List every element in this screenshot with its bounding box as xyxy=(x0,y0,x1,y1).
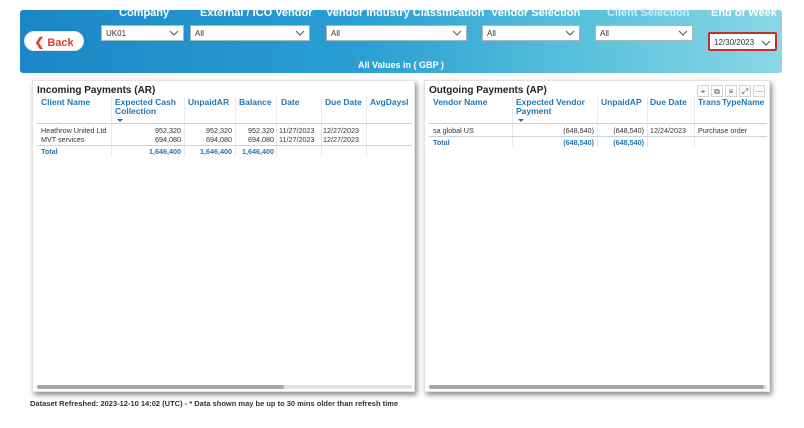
header-divider xyxy=(429,123,767,124)
vendor-selection-label: Vendor Selection xyxy=(491,7,581,19)
sort-descending-icon xyxy=(518,119,524,122)
column-header-expected-vendor-payment[interactable]: Expected Vendor Payment xyxy=(516,98,596,116)
column-header-balance[interactable]: Balance xyxy=(239,98,272,107)
outgoing-payments-panel: Outgoing Payments (AP) ⌖ ⧉ ≡ ⤢ ⋯ Vendor … xyxy=(424,80,770,392)
client-selection-dropdown[interactable]: All xyxy=(595,25,693,41)
total-balance: 1,646,400 xyxy=(242,147,274,156)
balance-cell: 694,080 xyxy=(248,135,274,144)
client-selection-label: Client Selection xyxy=(607,7,690,19)
refresh-footer: Dataset Refreshed: 2023-12-10 14:02 (UTC… xyxy=(30,399,399,408)
column-header-unpaid-ar[interactable]: UnpaidAR xyxy=(188,98,229,107)
total-divider xyxy=(429,136,767,137)
client-name-cell: Heathrow United Ltd xyxy=(41,126,107,135)
external-vendor-dropdown[interactable]: All xyxy=(190,25,310,41)
column-header-due-date[interactable]: Due Date xyxy=(650,98,687,107)
balance-cell: 952,320 xyxy=(248,126,274,135)
column-header-trans[interactable]: Trans xyxy=(698,98,721,107)
unpaid-ar-cell: 694,080 xyxy=(206,135,232,144)
chevron-left-icon: ❮ xyxy=(34,35,45,49)
column-divider xyxy=(184,97,185,157)
column-divider xyxy=(512,97,513,147)
column-divider xyxy=(366,97,367,157)
incoming-payments-panel: Incoming Payments (AR) Client Name Expec… xyxy=(32,80,415,392)
column-divider xyxy=(111,97,112,157)
incoming-payments-title: Incoming Payments (AR) xyxy=(37,85,156,96)
total-expected-cash: 1,646,400 xyxy=(149,147,181,156)
filter-icon[interactable]: ≡ xyxy=(725,85,737,97)
external-vendor-value: All xyxy=(195,29,204,38)
unpaid-ar-cell: 952,320 xyxy=(206,126,232,135)
date-cell: 11/27/2023 xyxy=(279,135,315,144)
vendor-selection-value: All xyxy=(487,29,496,38)
end-of-week-label: End of Week xyxy=(711,7,777,19)
back-label: Back xyxy=(47,37,74,49)
column-divider xyxy=(276,97,277,157)
company-value: UK01 xyxy=(106,29,127,38)
company-dropdown[interactable]: UK01 xyxy=(101,25,184,41)
column-header-due-date[interactable]: Due Date xyxy=(325,98,362,107)
vendor-industry-value: All xyxy=(331,29,340,38)
total-unpaid-ap: (648,540) xyxy=(613,138,644,147)
client-name-cell: MVT services xyxy=(41,135,85,144)
column-divider xyxy=(647,97,648,147)
end-of-week-value: 12/30/2023 xyxy=(714,38,755,47)
currency-note: All Values in ( GBP ) xyxy=(358,60,444,70)
column-header-unpaid-ap[interactable]: UnpaidAP xyxy=(601,98,642,107)
chevron-down-icon xyxy=(169,30,179,36)
report-page: ❮ Back Company External / ICO Vendor Vend… xyxy=(0,0,804,428)
total-expected-vendor-payment: (648,540) xyxy=(563,138,594,147)
chevron-down-icon xyxy=(761,40,771,46)
expected-cash-cell: 694,080 xyxy=(155,135,181,144)
column-header-avg-days[interactable]: AvgDaysl xyxy=(370,98,408,107)
date-cell: 11/27/2023 xyxy=(279,126,315,135)
end-of-week-dropdown[interactable]: 12/30/2023 xyxy=(708,32,777,51)
client-selection-value: All xyxy=(600,29,609,38)
type-name-cell: Purchase order xyxy=(698,126,748,135)
total-label: Total xyxy=(433,138,450,147)
column-header-type-name[interactable]: TypeName xyxy=(722,98,764,107)
due-date-cell: 12/27/2023 xyxy=(323,126,359,135)
column-header-date[interactable]: Date xyxy=(281,98,299,107)
column-header-vendor-name[interactable]: Vendor Name xyxy=(433,98,487,107)
chevron-down-icon xyxy=(565,30,575,36)
column-header-expected-cash-collection[interactable]: Expected Cash Collection xyxy=(115,98,183,116)
vendor-selection-dropdown[interactable]: All xyxy=(482,25,580,41)
due-date-cell: 12/27/2023 xyxy=(323,135,359,144)
column-header-client-name[interactable]: Client Name xyxy=(41,98,90,107)
header-divider xyxy=(37,123,412,124)
copy-icon[interactable]: ⧉ xyxy=(711,85,723,97)
unpaid-ap-cell: (648,540) xyxy=(613,126,644,135)
horizontal-scrollbar[interactable] xyxy=(429,385,764,389)
external-vendor-label: External / ICO Vendor xyxy=(200,7,313,19)
due-date-cell: 12/24/2023 xyxy=(650,126,686,135)
column-divider xyxy=(321,97,322,157)
column-divider xyxy=(235,97,236,157)
company-label: Company xyxy=(119,7,170,19)
horizontal-scrollbar[interactable] xyxy=(37,385,284,389)
column-divider xyxy=(597,97,598,147)
back-button[interactable]: ❮ Back xyxy=(24,31,84,51)
chevron-down-icon xyxy=(295,30,305,36)
pin-icon[interactable]: ⌖ xyxy=(697,85,709,97)
expected-cash-cell: 952,320 xyxy=(155,126,181,135)
column-divider xyxy=(694,97,695,147)
vendor-industry-dropdown[interactable]: All xyxy=(326,25,467,41)
total-unpaid-ar: 1,646,400 xyxy=(200,147,232,156)
vendor-name-cell: sa global US xyxy=(433,126,474,135)
outgoing-payments-title: Outgoing Payments (AP) xyxy=(429,85,547,96)
sort-descending-icon xyxy=(117,119,123,122)
vendor-industry-label: Vendor Industry Classification xyxy=(326,7,485,19)
total-divider xyxy=(37,145,412,146)
chevron-down-icon xyxy=(678,30,688,36)
expected-vendor-payment-cell: (648,540) xyxy=(563,126,594,135)
total-label: Total xyxy=(41,147,58,156)
focus-mode-icon[interactable]: ⤢ xyxy=(739,85,751,97)
visual-toolbar: ⌖ ⧉ ≡ ⤢ ⋯ xyxy=(697,85,765,97)
chevron-down-icon xyxy=(452,30,462,36)
more-options-icon[interactable]: ⋯ xyxy=(753,85,765,97)
